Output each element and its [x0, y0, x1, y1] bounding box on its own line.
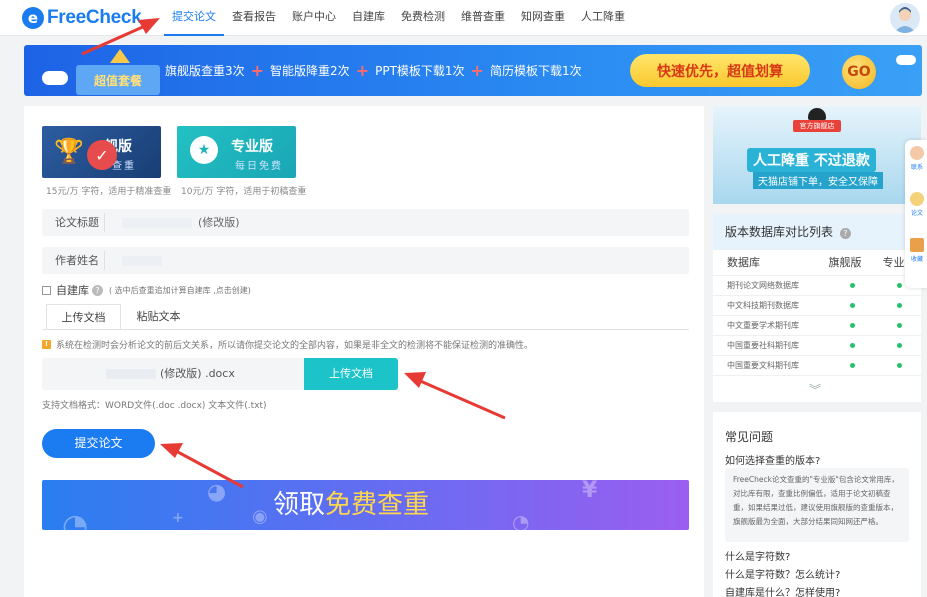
- expand-chevron-icon[interactable]: ︾: [809, 381, 821, 398]
- annotation-arrow: [81, 18, 160, 56]
- faq-answer: FreeCheck论文查重的"专业版"包含论文常用库，对比库有限，查重比例偏低，…: [725, 468, 909, 542]
- faq-question[interactable]: 什么是字符数?: [725, 548, 790, 563]
- faq-title: 常见问题: [725, 430, 774, 444]
- annotation-arrow: [160, 443, 244, 489]
- comparison-title: 版本数据库对比列表: [725, 225, 834, 239]
- table-row: 中文重要学术期刊库: [713, 316, 921, 336]
- faq-question[interactable]: 什么是字符数？怎么统计?: [725, 566, 840, 581]
- check-dot-icon: [896, 283, 902, 288]
- customer-service-icon: [910, 146, 924, 160]
- table-row: 期刊论文网络数据库: [713, 276, 921, 296]
- side-ad-banner[interactable]: 官方旗舰店 人工降重 不过退款 天猫店铺下单，安全又保障: [713, 106, 921, 204]
- annotation-arrow: [404, 372, 506, 420]
- tmall-cat-icon: [808, 108, 826, 120]
- check-dot-icon: [849, 363, 855, 368]
- check-dot-icon: [849, 283, 855, 288]
- float-favorite[interactable]: 收藏: [907, 238, 927, 263]
- float-paper[interactable]: 论文: [907, 192, 927, 217]
- column-header: 旗舰版: [828, 256, 862, 269]
- ad-subtitle: 天猫店铺下单，安全又保障: [753, 172, 883, 189]
- table-row: 中国重要文科期刊库: [713, 356, 921, 376]
- check-dot-icon: [849, 323, 855, 328]
- ad-title: 人工降重 不过退款: [747, 148, 876, 172]
- database-comparison: 版本数据库对比列表 ? 数据库 旗舰版 专业版 期刊论文网络数据库 中文科技期刊…: [713, 214, 921, 402]
- check-dot-icon: [849, 343, 855, 348]
- faq-question[interactable]: 如何选择查重的版本?: [725, 452, 820, 467]
- float-contact[interactable]: 联系: [907, 146, 927, 171]
- check-dot-icon: [896, 363, 902, 368]
- table-header-row: 数据库 旗舰版 专业版: [713, 250, 921, 276]
- document-icon: [910, 192, 924, 206]
- check-dot-icon: [896, 323, 902, 328]
- comparison-header: 版本数据库对比列表 ?: [713, 214, 921, 250]
- faq-question[interactable]: 自建库是什么？怎样使用?: [725, 584, 840, 597]
- column-header: 数据库: [727, 256, 760, 269]
- check-dot-icon: [896, 343, 902, 348]
- shop-tag: 官方旗舰店: [793, 120, 841, 132]
- table-row: 中文科技期刊数据库: [713, 296, 921, 316]
- check-dot-icon: [896, 303, 902, 308]
- table-row: 中国重要社科期刊库: [713, 336, 921, 356]
- help-icon[interactable]: ?: [839, 228, 851, 239]
- floating-toolbar: 联系 论文 收藏: [905, 140, 927, 288]
- box-icon: [910, 238, 924, 252]
- check-dot-icon: [849, 303, 855, 308]
- faq-panel: 常见问题 如何选择查重的版本? FreeCheck论文查重的"专业版"包含论文常…: [713, 412, 921, 597]
